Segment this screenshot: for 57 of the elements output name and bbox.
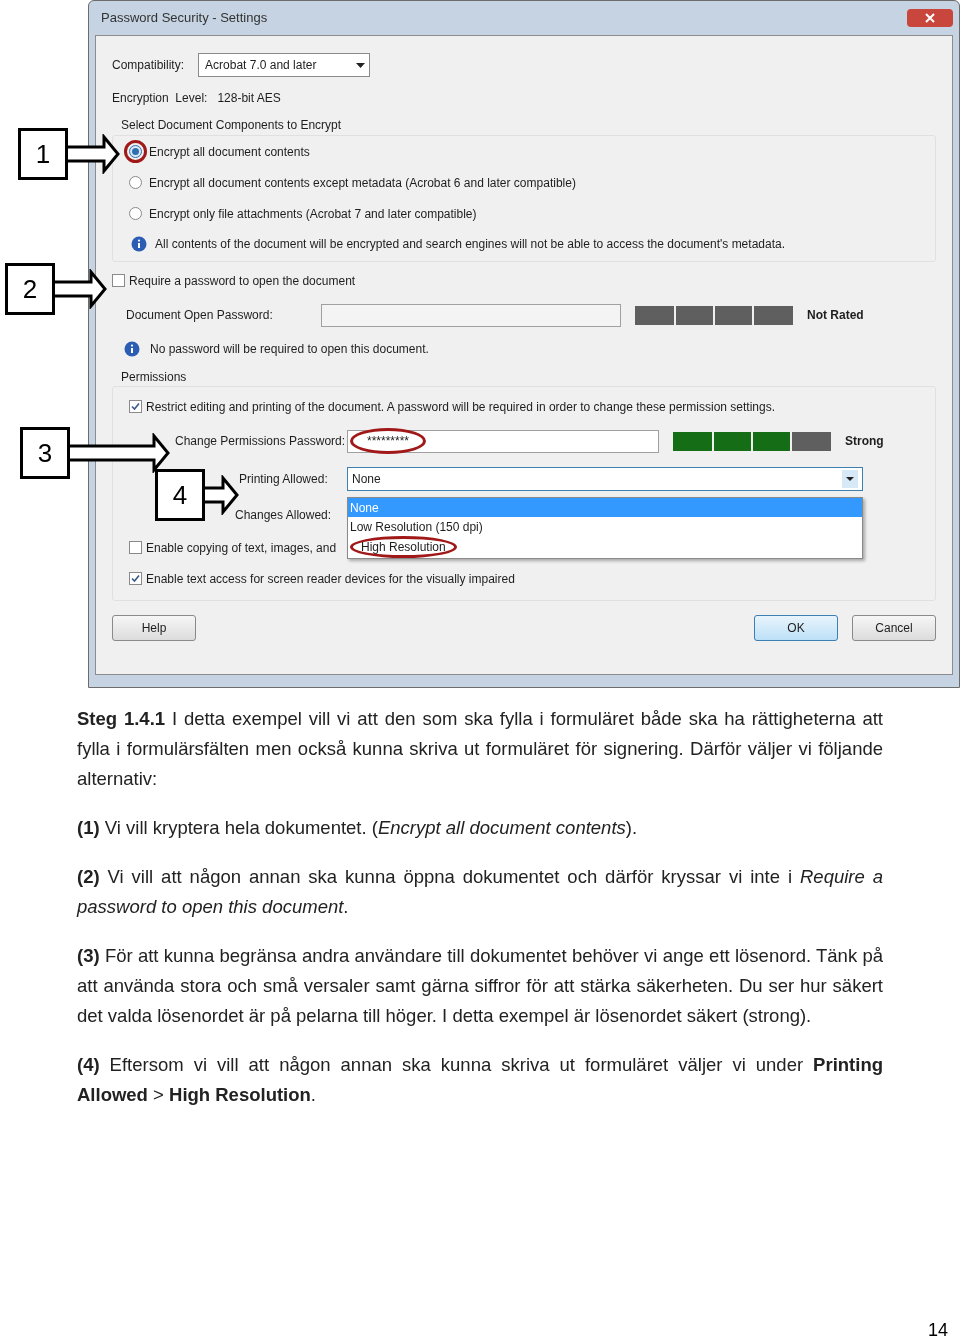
strength-rating: Strong (845, 433, 884, 450)
highlight-ellipse: High Resolution (350, 536, 457, 558)
callout-number: 4 (155, 469, 205, 521)
field-label: Change Permissions Password: (175, 433, 347, 450)
checkbox-label: Require a password to open the document (129, 272, 356, 290)
field-label: Printing Allowed: (239, 471, 329, 488)
close-icon (925, 13, 935, 23)
callout-arrow (55, 269, 107, 309)
checkbox[interactable] (112, 274, 125, 287)
dropdown-option[interactable]: High Resolution (348, 536, 862, 558)
radio-label: Encrypt all document contents (149, 143, 310, 161)
callout-arrow (68, 134, 120, 174)
checkbox-label: Enable copying of text, images, and (146, 539, 337, 557)
checkbox-label: Enable text access for screen reader devices for the visually impaired (146, 570, 515, 588)
close-button[interactable] (907, 9, 953, 27)
help-button[interactable]: Help (112, 615, 196, 641)
body-paragraph: Steg 1.4.1 I detta exempel vill vi att den som ska fylla i formuläret både ska ha rättigheterna att fylla i formulärsfälten men också kunna skriva ut formuläret för signering. Därför väljer vi följande alternativ: (77, 707, 883, 791)
field-label: Changes Allowed: (235, 507, 332, 524)
highlight-ellipse: ********* (350, 428, 427, 454)
dropdown-option[interactable]: Low Resolution (150 dpi) (348, 517, 862, 536)
caret-icon (846, 477, 854, 481)
group-title: Permissions (121, 369, 188, 386)
callout-number: 2 (5, 263, 55, 315)
info-icon (131, 236, 147, 252)
radio-label: Encrypt all document contents except metadata (Acrobat 6 and later compatible) (149, 174, 576, 192)
caret-icon (356, 62, 366, 68)
ok-button[interactable]: OK (754, 615, 838, 641)
cancel-button[interactable]: Cancel (852, 615, 936, 641)
callout-number: 3 (20, 427, 70, 479)
checkbox[interactable] (129, 400, 142, 413)
body-paragraph: (2) Vi vill att någon annan ska kunna öppna dokumentet och därför kryssar vi inte i Require a password to open this document. (77, 865, 883, 919)
radio-button[interactable] (129, 207, 142, 220)
body-paragraph: (4) Eftersom vi vill att någon annan ska kunna skriva ut formuläret väljer vi under Printing Allowed > High Resolution. (77, 1053, 883, 1107)
window-title: Password Security - Settings (101, 9, 268, 28)
info-text: All contents of the document will be encrypted and search engines will not be able to access the document's metadata. (155, 236, 785, 253)
field-label: Encryption Level: (112, 90, 208, 107)
printing-dropdown[interactable]: None (347, 467, 863, 491)
checkbox[interactable] (129, 572, 142, 585)
info-icon (124, 341, 140, 357)
radio-label: Encrypt only file attachments (Acrobat 7 and later compatible) (149, 205, 477, 223)
checkbox-label: Restrict editing and printing of the document. A password will be required in order to change these permission settings. (146, 398, 775, 416)
radio-button[interactable] (129, 176, 142, 189)
field-label: Document Open Password: (126, 307, 274, 324)
checkbox[interactable] (129, 541, 142, 554)
radio-button[interactable] (129, 145, 142, 158)
page-number: 14 (927, 1319, 948, 1342)
info-text: No password will be required to open this document. (150, 341, 429, 358)
field-value: 128-bit AES (217, 90, 281, 107)
body-paragraph: (3) För att kunna begränsa andra användare till dokumentet behöver vi ange ett lösenord. Tänk på att använda stora och små versaler samt gärna siffror för att stärka säkerheten. Du ser hur säkert det valda lösenordet är på pelarna till höger. I detta exempel är lösenordet säkert (strong). (77, 944, 883, 1028)
body-paragraph: (1) Vi vill kryptera hela dokumentet. (Encrypt all document contents). (77, 816, 639, 840)
field-label: Compatibility: (112, 57, 185, 74)
callout-number: 1 (18, 128, 68, 180)
group-title: Select Document Components to Encrypt (121, 117, 343, 134)
password-field[interactable] (321, 303, 621, 327)
password-field[interactable]: ********* (347, 429, 659, 453)
strength-rating: Not Rated (807, 307, 864, 324)
compatibility-dropdown[interactable]: Acrobat 7.0 and later (198, 53, 371, 77)
